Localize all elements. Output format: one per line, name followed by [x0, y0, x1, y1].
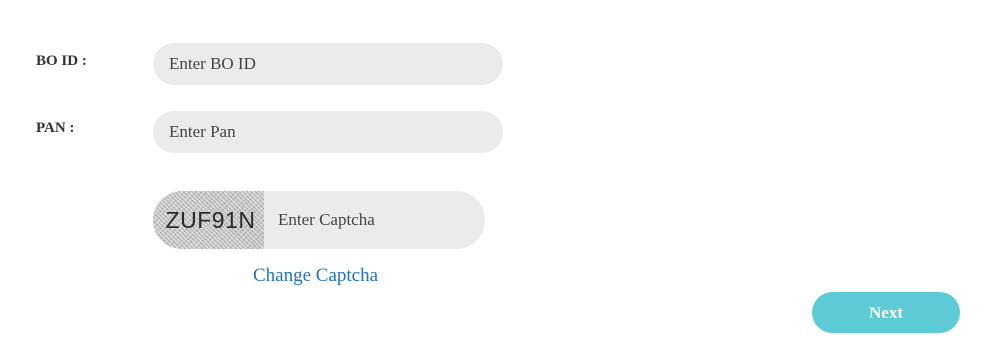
- captcha-group: ZUF91N: [153, 191, 485, 249]
- bo-id-input[interactable]: [153, 43, 503, 85]
- captcha-input[interactable]: [264, 191, 485, 249]
- next-button[interactable]: Next: [812, 292, 960, 333]
- change-captcha-link[interactable]: Change Captcha: [253, 265, 378, 287]
- pan-input[interactable]: [153, 111, 503, 153]
- captcha-code: ZUF91N: [165, 206, 256, 233]
- pan-label: PAN :: [36, 120, 75, 136]
- captcha-image: ZUF91N: [153, 191, 264, 249]
- bo-id-label: BO ID :: [36, 53, 87, 69]
